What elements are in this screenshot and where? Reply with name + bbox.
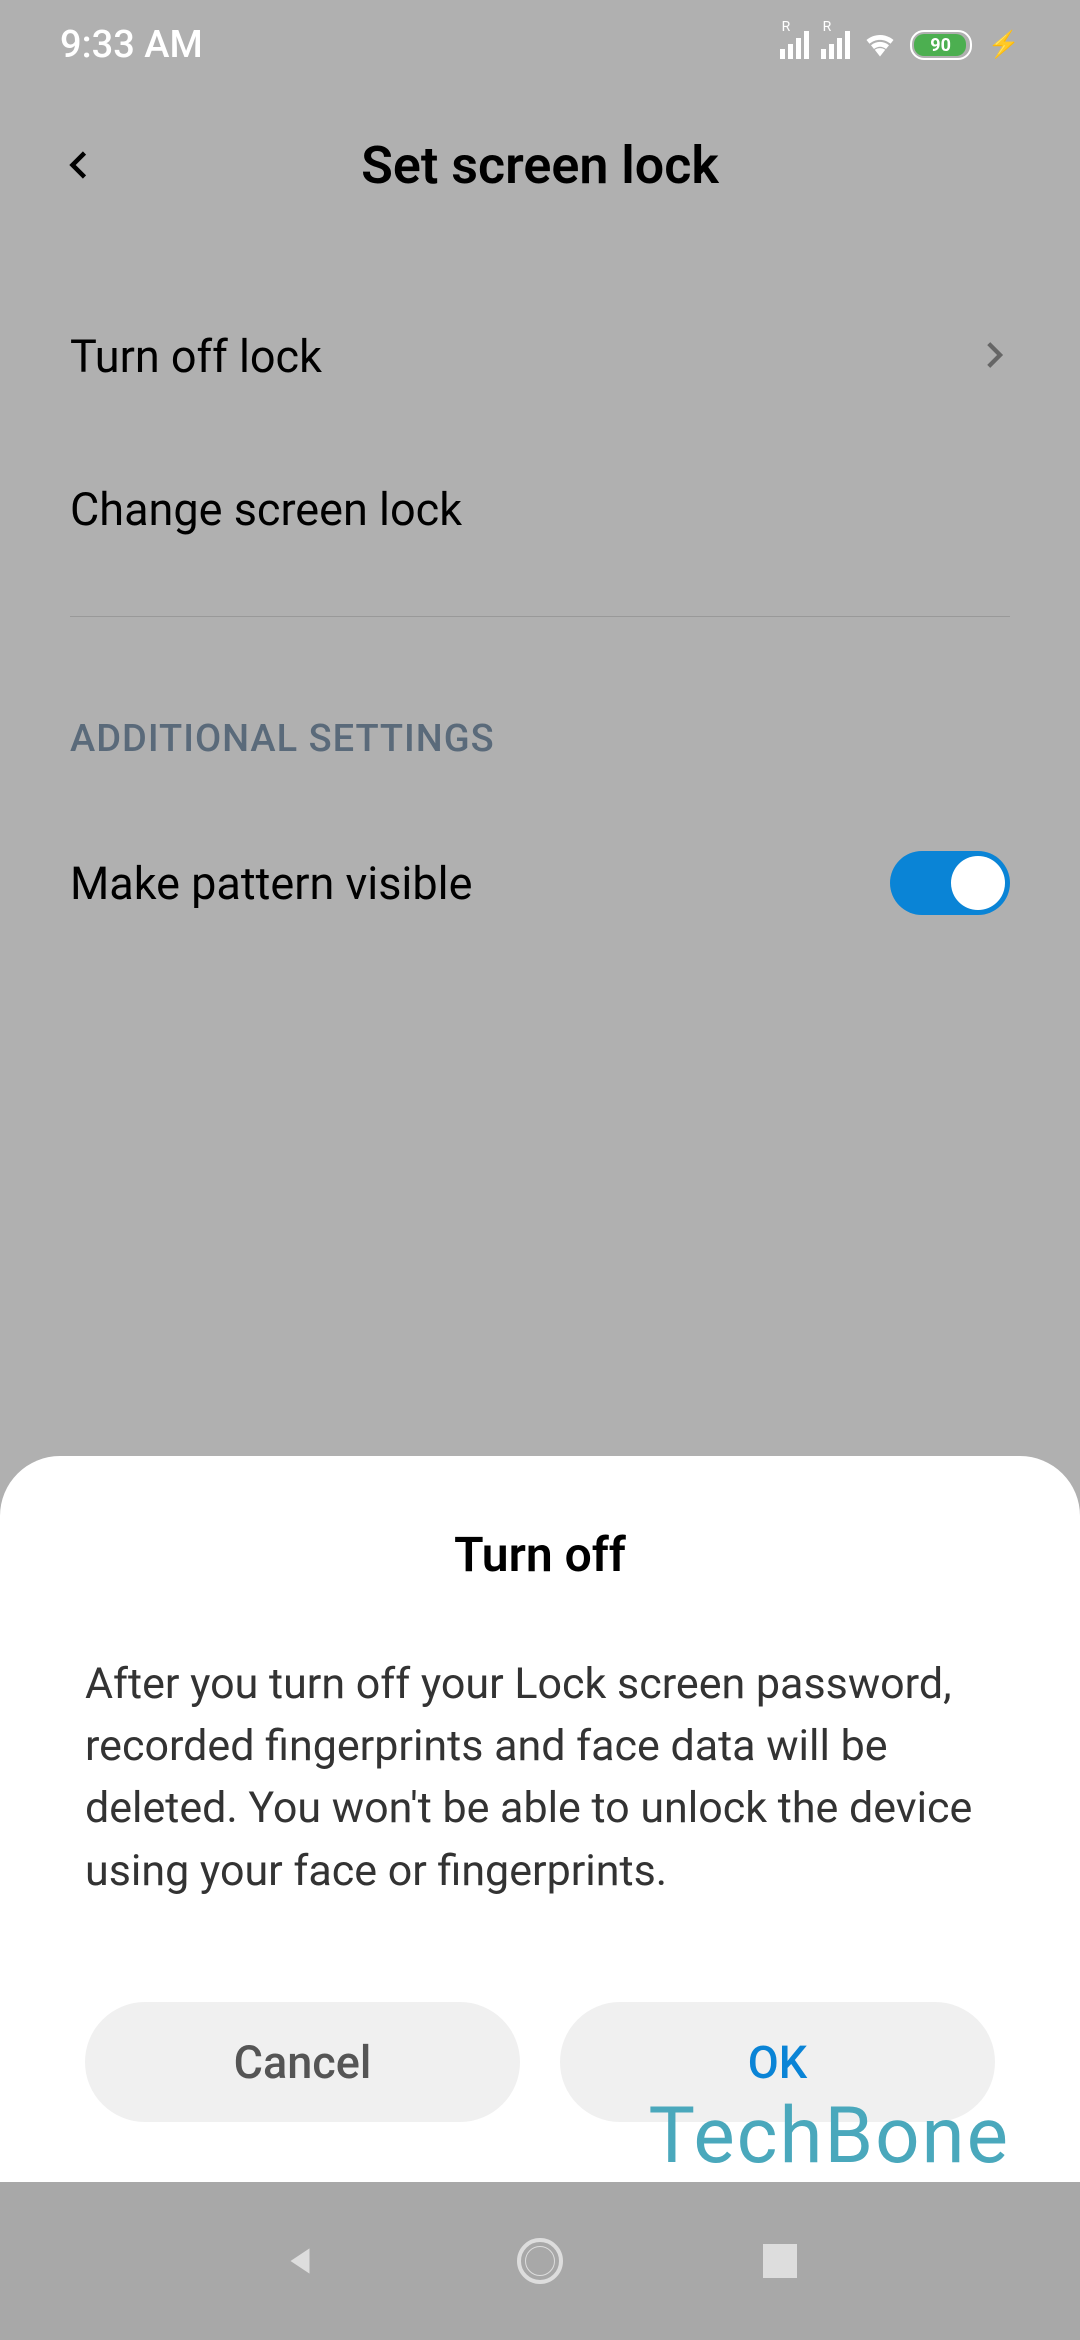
- watermark: TechBone: [649, 2091, 1010, 2182]
- navigation-bar: [0, 2182, 1080, 2340]
- item-label: Change screen lock: [70, 483, 462, 536]
- item-label: Make pattern visible: [70, 857, 472, 910]
- item-change-screen-lock[interactable]: Change screen lock: [0, 433, 1080, 586]
- dialog-body: After you turn off your Lock screen pass…: [85, 1653, 995, 1902]
- status-bar: 9:33 AM 90 ⚡: [0, 0, 1080, 90]
- status-icons: 90 ⚡: [780, 25, 1020, 65]
- status-time: 9:33 AM: [60, 23, 203, 67]
- nav-back-button[interactable]: [276, 2237, 324, 2285]
- chevron-right-icon: [976, 338, 1010, 376]
- toggle-knob: [951, 856, 1005, 910]
- item-make-pattern-visible[interactable]: Make pattern visible: [0, 801, 1080, 965]
- nav-recent-button[interactable]: [756, 2237, 804, 2285]
- charging-icon: ⚡: [988, 30, 1020, 60]
- cancel-button[interactable]: Cancel: [85, 2002, 520, 2122]
- toggle-pattern-visible[interactable]: [890, 851, 1010, 915]
- signal-sim2-icon: [821, 31, 850, 59]
- section-header-additional: ADDITIONAL SETTINGS: [0, 617, 1080, 801]
- signal-sim1-icon: [780, 31, 809, 59]
- confirm-dialog: Turn off After you turn off your Lock sc…: [0, 1456, 1080, 2182]
- battery-icon: 90: [910, 30, 972, 60]
- titlebar: Set screen lock: [0, 90, 1080, 240]
- dialog-title: Turn off: [85, 1526, 995, 1583]
- nav-home-button[interactable]: [516, 2237, 564, 2285]
- item-label: Turn off lock: [70, 330, 322, 383]
- page-title: Set screen lock: [0, 135, 1080, 196]
- settings-list: Turn off lock Change screen lock ADDITIO…: [0, 240, 1080, 965]
- item-turn-off-lock[interactable]: Turn off lock: [0, 280, 1080, 433]
- wifi-icon: [862, 25, 898, 65]
